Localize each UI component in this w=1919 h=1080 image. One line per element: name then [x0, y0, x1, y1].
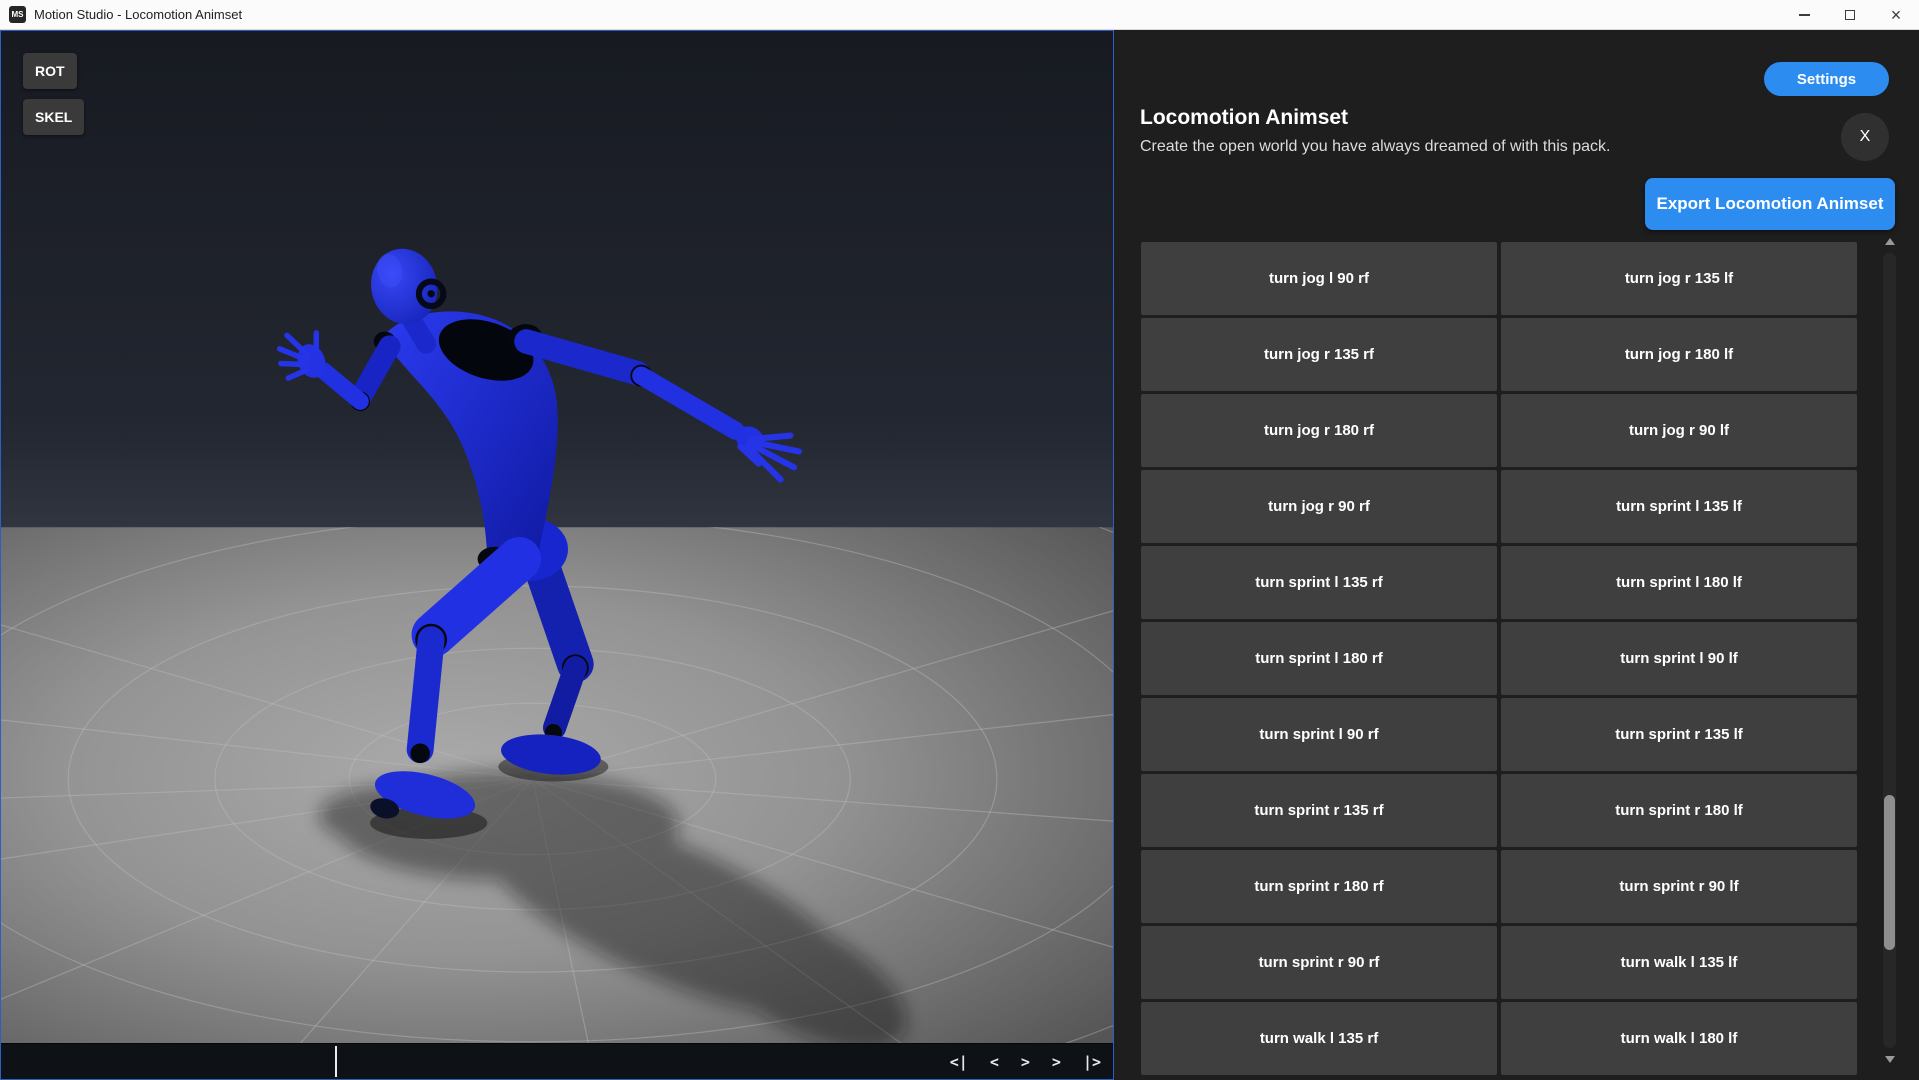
close-icon: × [1891, 6, 1902, 24]
animation-button[interactable]: turn sprint l 90 lf [1501, 622, 1857, 695]
minimize-button[interactable] [1781, 0, 1827, 29]
maximize-icon [1845, 10, 1855, 20]
step-back-button[interactable]: < [990, 1053, 999, 1071]
animation-button[interactable]: turn walk l 135 rf [1141, 1002, 1497, 1075]
animation-button[interactable]: turn sprint l 135 lf [1501, 470, 1857, 543]
window-title: Motion Studio - Locomotion Animset [34, 7, 242, 22]
animation-button[interactable]: turn sprint r 135 rf [1141, 774, 1497, 847]
play-button[interactable]: > [1021, 1053, 1030, 1071]
3d-viewport-canvas[interactable] [1, 31, 1113, 1043]
app-window: MS Motion Studio - Locomotion Animset × [0, 0, 1919, 1080]
scroll-up-icon[interactable] [1885, 238, 1895, 245]
panel-subtitle: Create the open world you have always dr… [1140, 138, 1610, 156]
animation-button[interactable]: turn jog r 135 lf [1501, 242, 1857, 315]
animation-button[interactable]: turn sprint l 180 rf [1141, 622, 1497, 695]
app-icon: MS [9, 6, 26, 23]
animation-list: turn jog l 90 rf turn jog r 135 lf turn … [1141, 242, 1857, 1075]
playback-controls: <| < > > |> [950, 1044, 1101, 1079]
animation-button[interactable]: turn sprint r 180 lf [1501, 774, 1857, 847]
animation-button[interactable]: turn jog l 90 rf [1141, 242, 1497, 315]
skip-start-button[interactable]: <| [950, 1053, 968, 1071]
3d-viewport[interactable]: ROT SKEL <| < > > |> [0, 30, 1114, 1080]
scrollbar-thumb[interactable] [1884, 795, 1895, 950]
export-animset-button[interactable]: Export Locomotion Animset [1645, 178, 1895, 230]
animation-button[interactable]: turn sprint l 90 rf [1141, 698, 1497, 771]
animation-button[interactable]: turn sprint r 90 lf [1501, 850, 1857, 923]
rot-button[interactable]: ROT [23, 53, 77, 89]
skel-button[interactable]: SKEL [23, 99, 84, 135]
close-window-button[interactable]: × [1873, 0, 1919, 29]
minimize-icon [1799, 14, 1810, 16]
list-scrollbar[interactable] [1882, 235, 1897, 1066]
animation-button[interactable]: turn jog r 90 lf [1501, 394, 1857, 467]
timeline-playhead[interactable] [335, 1046, 337, 1077]
animation-button[interactable]: turn jog r 180 lf [1501, 318, 1857, 391]
animation-button[interactable]: turn sprint l 180 lf [1501, 546, 1857, 619]
animset-panel: Settings Locomotion Animset Create the o… [1114, 30, 1919, 1080]
scroll-down-icon[interactable] [1885, 1056, 1895, 1063]
3d-scene[interactable] [1, 31, 1113, 1043]
viewport-toolbar: ROT SKEL [23, 53, 84, 135]
scene-sky [1, 31, 1113, 527]
panel-title: Locomotion Animset [1140, 106, 1348, 130]
animation-button[interactable]: turn jog r 135 rf [1141, 318, 1497, 391]
title-bar: MS Motion Studio - Locomotion Animset × [0, 0, 1919, 30]
animation-button[interactable]: turn sprint r 90 rf [1141, 926, 1497, 999]
animation-button[interactable]: turn sprint r 135 lf [1501, 698, 1857, 771]
animation-button[interactable]: turn sprint r 180 rf [1141, 850, 1497, 923]
timeline[interactable]: <| < > > |> [1, 1043, 1113, 1079]
animation-button[interactable]: turn jog r 90 rf [1141, 470, 1497, 543]
maximize-button[interactable] [1827, 0, 1873, 29]
animation-button[interactable]: turn walk l 135 lf [1501, 926, 1857, 999]
animation-button[interactable]: turn walk l 180 lf [1501, 1002, 1857, 1075]
close-panel-button[interactable]: X [1841, 113, 1889, 161]
skip-end-button[interactable]: |> [1083, 1053, 1101, 1071]
step-forward-button[interactable]: > [1052, 1053, 1061, 1071]
settings-button[interactable]: Settings [1764, 62, 1889, 96]
animation-button[interactable]: turn jog r 180 rf [1141, 394, 1497, 467]
animation-button[interactable]: turn sprint l 135 rf [1141, 546, 1497, 619]
